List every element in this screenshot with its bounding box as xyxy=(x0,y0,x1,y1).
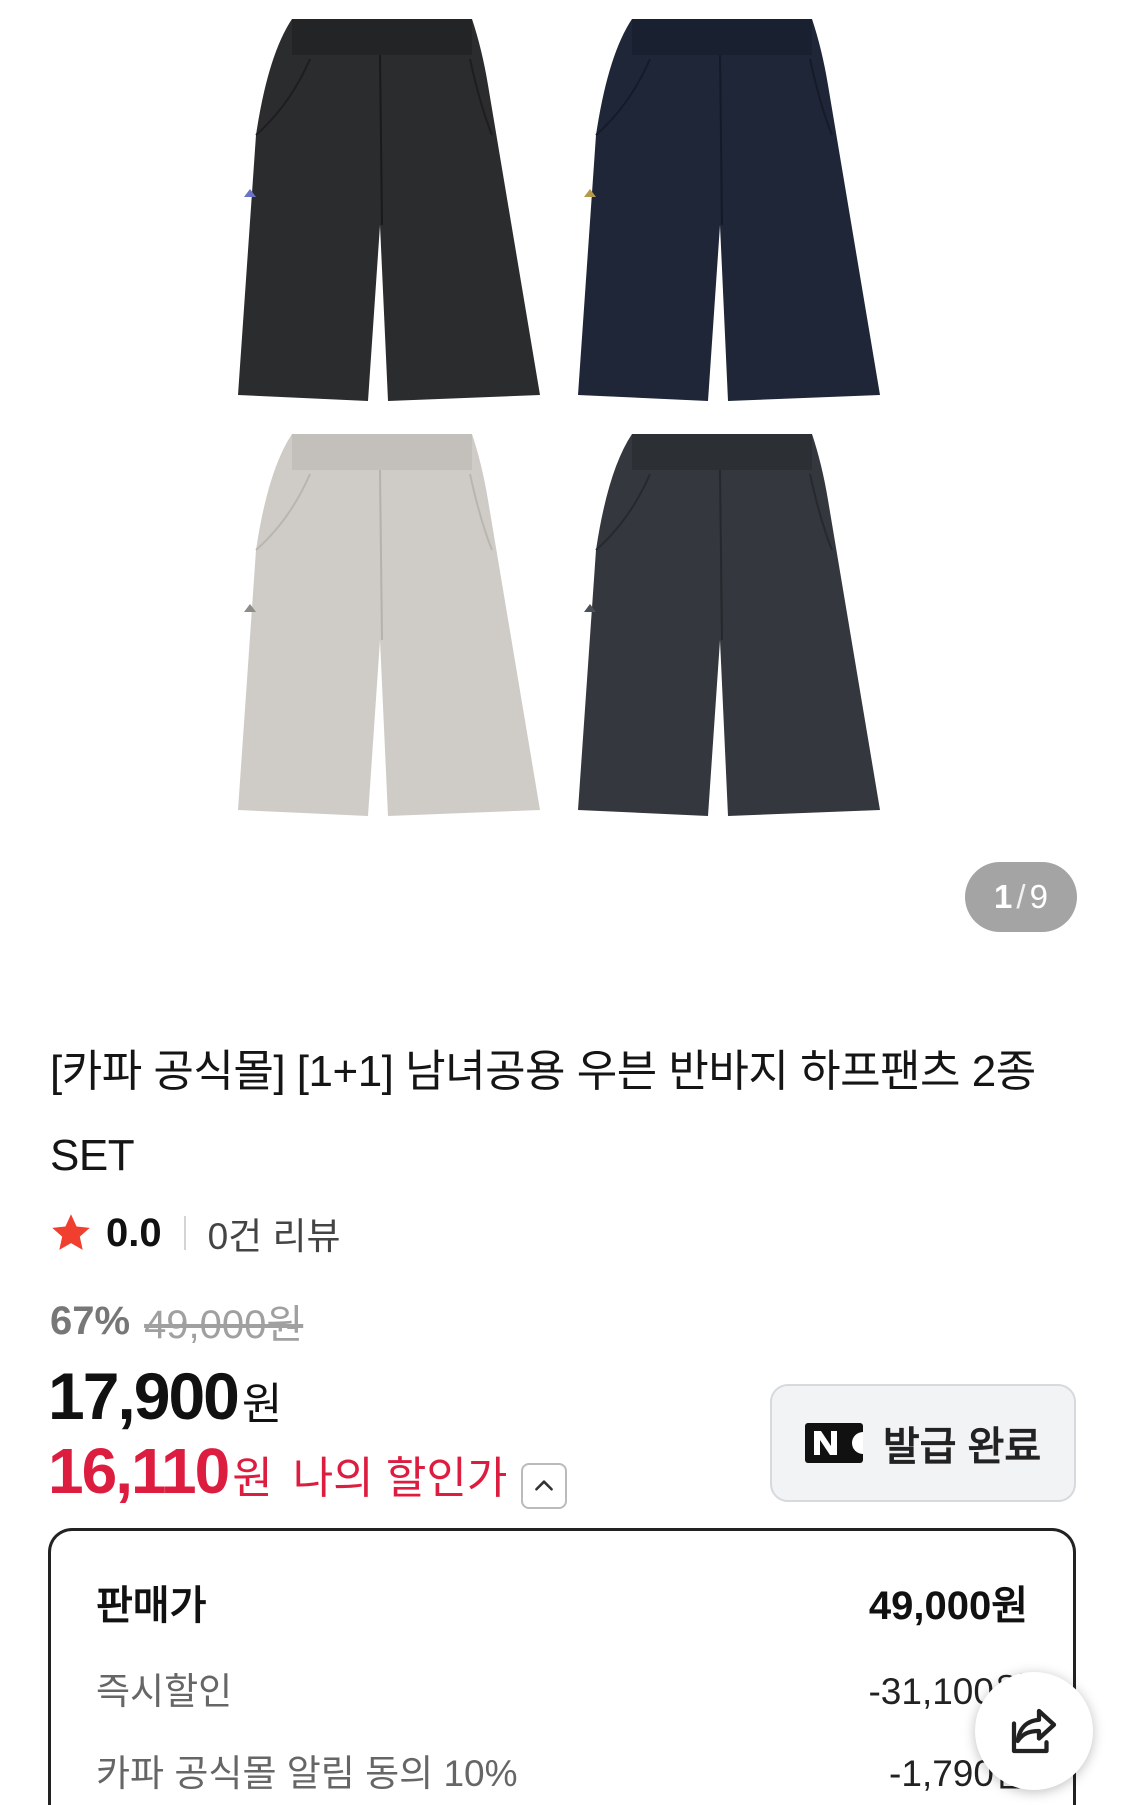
my-discount-price: 16,110 xyxy=(48,1435,230,1507)
breakdown-row-notification-discount: 카파 공식몰 알림 동의 10% -1,790원 xyxy=(96,1743,1028,1797)
product-image-shorts-charcoal xyxy=(578,434,880,816)
breakdown-row-list-price: 판매가 49,000원 xyxy=(96,1573,1028,1631)
breakdown-row-instant-discount: 즉시할인 -31,100원 xyxy=(96,1661,1028,1715)
breakdown-label: 카파 공식몰 알림 동의 10% xyxy=(96,1753,518,1794)
star-icon xyxy=(52,1214,90,1250)
price-breakdown-panel: 판매가 49,000원 즉시할인 -31,100원 카파 공식몰 알림 동의 1… xyxy=(48,1528,1076,1805)
share-icon xyxy=(1011,1708,1057,1754)
share-button[interactable] xyxy=(975,1672,1093,1790)
product-title: [카파 공식몰] [1+1] 남녀공용 우븐 반바지 하프팬츠 2종 SET xyxy=(50,1047,1036,1180)
sale-price-row: 17,900 원 xyxy=(48,1358,282,1434)
naver-logo-icon xyxy=(804,1423,863,1463)
rating-score: 0.0 xyxy=(106,1210,162,1255)
rating-row[interactable]: 0.0 0건 리뷰 xyxy=(48,1208,341,1258)
product-image-gallery[interactable]: 1 / 9 xyxy=(0,0,1125,960)
breakdown-label: 판매가 xyxy=(96,1584,207,1628)
image-counter: 1 / 9 xyxy=(965,862,1077,932)
breakdown-value: 49,000원 xyxy=(868,1584,1028,1628)
my-discount-label: 나의 할인가 xyxy=(292,1454,508,1503)
image-counter-separator: / xyxy=(1016,878,1026,915)
image-counter-current: 1 xyxy=(994,878,1013,915)
product-image-shorts-gray xyxy=(238,434,540,816)
review-count-link[interactable]: 0건 리뷰 xyxy=(208,1206,341,1260)
price-breakdown-toggle-button[interactable] xyxy=(521,1463,568,1509)
original-price: 49,000원 xyxy=(144,1303,304,1347)
discount-row: 67% 49,000원 xyxy=(50,1296,303,1348)
rating-divider xyxy=(183,1216,186,1250)
my-discount-currency: 원 xyxy=(232,1454,273,1503)
product-image-shorts-black xyxy=(238,19,540,401)
sale-price: 17,900 xyxy=(48,1359,240,1433)
chevron-up-icon xyxy=(535,1480,554,1491)
sale-price-currency: 원 xyxy=(241,1380,283,1429)
image-counter-total: 9 xyxy=(1029,878,1048,915)
coupon-issued-label: 발급 완료 xyxy=(882,1425,1042,1469)
breakdown-label: 즉시할인 xyxy=(96,1671,233,1712)
coupon-issued-button[interactable]: 발급 완료 xyxy=(770,1384,1076,1502)
my-price-row: 16,110 원 나의 할인가 xyxy=(48,1434,568,1509)
discount-rate: 67% xyxy=(50,1298,131,1343)
product-image-shorts-navy xyxy=(578,19,880,401)
